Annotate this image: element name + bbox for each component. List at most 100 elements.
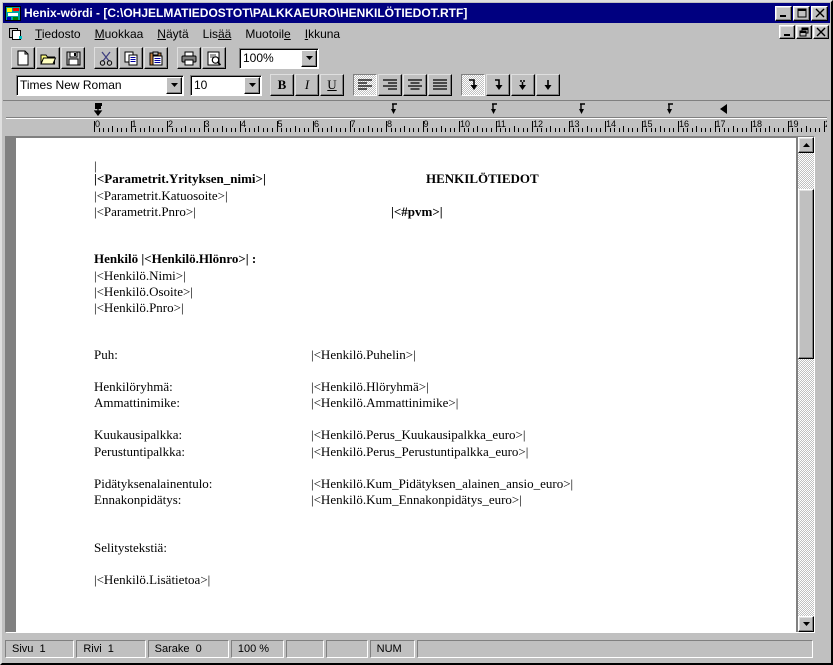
menu-item-ikkuna[interactable]: Ikkuna <box>298 25 347 44</box>
paste-button[interactable] <box>144 47 168 69</box>
standard-toolbar: 100% <box>3 45 830 71</box>
zoom-combobox[interactable]: 100% <box>239 47 319 69</box>
ruler-tick-minor <box>724 128 725 132</box>
ruler[interactable]: 01234567891011121314151617181920 <box>3 100 830 135</box>
ruler-tick-minor <box>792 128 793 132</box>
document-line: |<Henkilö.Ammattinimike>| <box>311 395 459 410</box>
maximize-button[interactable] <box>793 5 810 21</box>
print-preview-button[interactable] <box>202 47 226 69</box>
line-spacing-1-5-button[interactable] <box>486 74 510 96</box>
ruler-tick-minor <box>126 128 127 132</box>
menu-label-ikkuna: kkuna <box>308 26 341 41</box>
scroll-down-button[interactable] <box>798 616 814 632</box>
ruler-tick-minor <box>391 128 392 132</box>
window-controls <box>775 5 828 21</box>
line-spacing-single-button[interactable] <box>461 74 485 96</box>
ruler-tick-minor <box>509 128 510 132</box>
tab-stop-marker-2[interactable] <box>491 103 500 118</box>
mdi-minimize-button[interactable] <box>779 25 795 39</box>
italic-button[interactable]: I <box>295 74 319 96</box>
column-panel: Sarake 0 <box>147 640 229 658</box>
underline-button[interactable]: U <box>320 74 344 96</box>
ruler-tick-minor <box>372 128 373 132</box>
first-line-indent-marker[interactable] <box>93 103 105 119</box>
chevron-down-icon[interactable] <box>166 76 182 94</box>
application-icon[interactable] <box>5 5 21 21</box>
ruler-markers-row[interactable] <box>6 101 827 118</box>
menu-item-tiedosto[interactable]: Tiedosto <box>28 25 88 44</box>
ruler-tick-major <box>751 121 752 132</box>
ruler-tick-minor <box>760 128 761 132</box>
document-line: Selitystekstiä: <box>94 540 167 555</box>
ruler-tick-minor <box>527 128 528 132</box>
menu-item-nayta[interactable]: Näytä <box>150 25 195 44</box>
ruler-tick-minor <box>564 128 565 132</box>
right-indent-marker[interactable] <box>719 103 729 118</box>
document-text-body[interactable]: | |<Parametrit.Yrityksen_nimi>| HENKILÖTIE… <box>16 138 796 632</box>
ruler-tick-major <box>240 121 241 132</box>
ruler-tick-minor <box>600 128 601 132</box>
ruler-tick-minor <box>299 128 300 132</box>
ruler-tick-minor <box>176 128 177 132</box>
scroll-thumb[interactable] <box>798 189 814 359</box>
font-size-combobox[interactable]: 10 <box>190 74 262 96</box>
ruler-tick-minor <box>810 128 811 132</box>
mdi-restore-button[interactable] <box>796 25 812 39</box>
tab-stop-marker-3[interactable] <box>579 103 588 118</box>
align-right-button[interactable] <box>378 74 402 96</box>
ruler-tick-minor <box>272 128 273 132</box>
ruler-tick-minor <box>464 128 465 132</box>
align-justify-button[interactable] <box>428 74 452 96</box>
ruler-tick-minor <box>610 128 611 132</box>
copy-button[interactable] <box>119 47 143 69</box>
open-folder-button[interactable] <box>36 47 60 69</box>
chevron-down-icon[interactable] <box>244 76 260 94</box>
ruler-tick-minor <box>213 128 214 132</box>
minimize-button[interactable] <box>775 5 792 21</box>
menu-item-lisaa[interactable]: Lisää <box>196 25 239 44</box>
align-center-button[interactable] <box>403 74 427 96</box>
ruler-tick-major <box>94 121 95 132</box>
ruler-tick-minor <box>806 126 807 132</box>
document-line: |<#pvm>| <box>391 204 443 219</box>
ruler-tick-minor <box>486 128 487 132</box>
document-window-icon[interactable] <box>7 27 23 41</box>
print-button[interactable] <box>177 47 201 69</box>
empty-panel-1 <box>286 640 325 658</box>
ruler-tick-minor <box>222 126 223 132</box>
ruler-tick-minor <box>651 128 652 132</box>
chevron-down-icon[interactable] <box>301 49 317 67</box>
ruler-tick-minor <box>404 126 405 132</box>
mdi-close-button[interactable] <box>813 25 829 39</box>
tab-stop-marker-1[interactable] <box>391 103 400 118</box>
tab-stop-marker-4[interactable] <box>667 103 676 118</box>
save-button[interactable] <box>61 47 85 69</box>
ruler-tick-minor <box>687 128 688 132</box>
cut-scissors-button[interactable] <box>94 47 118 69</box>
ruler-tick-major <box>532 121 533 132</box>
menu-bar: Tiedosto Muokkaa Näytä Lisää Muotoile Ik… <box>3 24 830 44</box>
ruler-tick-minor <box>769 126 770 132</box>
zoom-value: 100% <box>243 51 274 65</box>
line-spacing-more-button[interactable] <box>536 74 560 96</box>
font-name-combobox[interactable]: Times New Roman <box>16 74 184 96</box>
ruler-tick-minor <box>235 128 236 132</box>
menu-item-muokkaa[interactable]: Muokkaa <box>88 25 151 44</box>
ruler-tick-minor <box>514 126 515 132</box>
new-document-button[interactable] <box>11 47 35 69</box>
ruler-tick-minor <box>304 128 305 132</box>
align-left-button[interactable] <box>353 74 377 96</box>
close-button[interactable] <box>811 5 828 21</box>
document-page[interactable]: | |<Parametrit.Yrityksen_nimi>| HENKILÖTIE… <box>16 138 796 632</box>
ruler-tick-minor <box>582 128 583 132</box>
menu-item-muotoile[interactable]: Muotoile <box>238 25 297 44</box>
bold-button[interactable]: B <box>270 74 294 96</box>
ruler-tick-minor <box>181 128 182 132</box>
line-spacing-double-button[interactable] <box>511 74 535 96</box>
menu-label-nayta: äytä <box>165 26 189 41</box>
ruler-tick-minor <box>418 128 419 132</box>
ruler-tick-minor <box>254 128 255 132</box>
vertical-scrollbar[interactable] <box>798 137 814 632</box>
scroll-up-button[interactable] <box>798 137 814 153</box>
ruler-tick-minor <box>482 128 483 132</box>
